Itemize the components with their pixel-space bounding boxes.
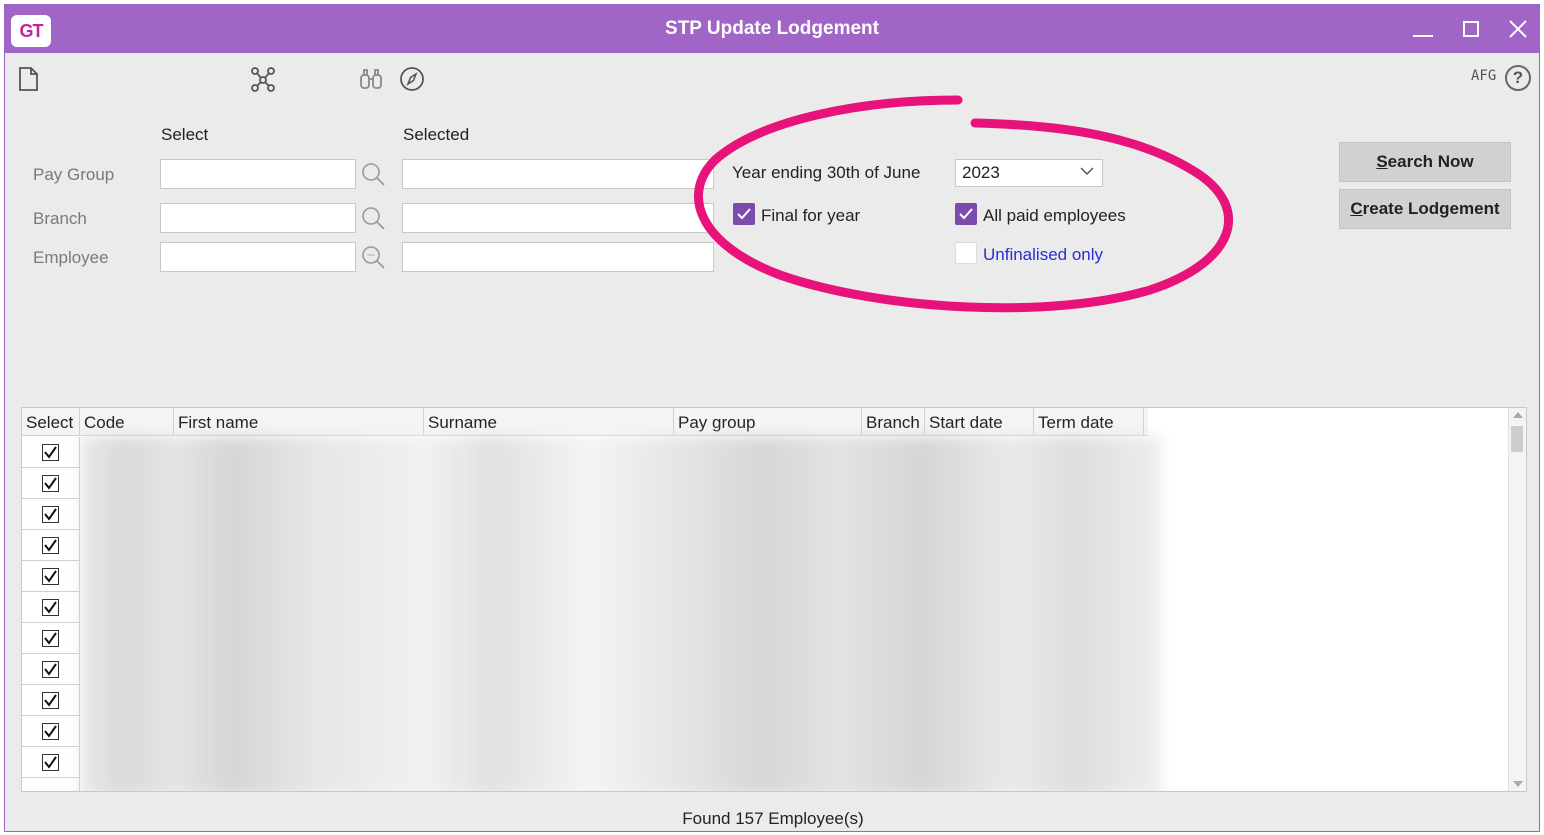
- row-select-checkbox[interactable]: [42, 444, 59, 461]
- checkmark-icon: [44, 694, 57, 707]
- chevron-down-icon: [1080, 167, 1094, 176]
- checkmark-icon: [959, 208, 973, 220]
- column-header-select[interactable]: Select: [22, 408, 80, 436]
- scrollbar-thumb[interactable]: [1511, 426, 1523, 452]
- table-row[interactable]: [22, 716, 80, 747]
- close-button[interactable]: [1500, 13, 1536, 45]
- branch-input[interactable]: [160, 203, 356, 233]
- window-title: STP Update Lodgement: [665, 18, 879, 39]
- year-ending-label: Year ending 30th of June: [732, 163, 921, 182]
- unfinalised-only-label: Unfinalised only: [983, 245, 1104, 264]
- checkmark-icon: [44, 570, 57, 583]
- search-now-button[interactable]: Search Now: [1339, 142, 1511, 182]
- table-row[interactable]: [22, 437, 80, 468]
- minimize-icon: [1413, 35, 1433, 37]
- checkmark-icon: [44, 725, 57, 738]
- row-select-checkbox[interactable]: [42, 475, 59, 492]
- year-select[interactable]: 2023: [955, 159, 1103, 187]
- table-row[interactable]: [22, 778, 80, 791]
- checkmark-icon: [44, 601, 57, 614]
- row-select-checkbox[interactable]: [42, 599, 59, 616]
- column-header-branch[interactable]: Branch: [862, 408, 925, 436]
- row-select-checkbox[interactable]: [42, 723, 59, 740]
- row-select-checkbox[interactable]: [42, 661, 59, 678]
- stp-update-lodgement-window: GT STP Update Lodgement AFG ? Select Sel…: [4, 4, 1540, 832]
- pay-group-input[interactable]: [160, 159, 356, 189]
- row-select-checkbox[interactable]: [42, 537, 59, 554]
- title-bar[interactable]: GT STP Update Lodgement: [5, 5, 1539, 53]
- table-row[interactable]: [22, 747, 80, 778]
- checkmark-icon: [44, 508, 57, 521]
- column-header-start-date[interactable]: Start date: [925, 408, 1034, 436]
- checkmark-icon: [44, 756, 57, 769]
- afg-label[interactable]: AFG: [1471, 68, 1496, 84]
- help-icon[interactable]: ?: [1505, 65, 1531, 91]
- table-row[interactable]: [22, 530, 80, 561]
- column-header-surname[interactable]: Surname: [424, 408, 674, 436]
- hierarchy-icon[interactable]: [249, 65, 277, 93]
- table-row[interactable]: [22, 654, 80, 685]
- create-lodgement-hotkey: C: [1350, 199, 1363, 218]
- final-for-year-checkbox[interactable]: [733, 203, 755, 225]
- checkmark-icon: [44, 539, 57, 552]
- column-header-first-name[interactable]: First name: [174, 408, 424, 436]
- table-row[interactable]: [22, 499, 80, 530]
- grid-vertical-scrollbar[interactable]: [1508, 408, 1526, 791]
- grid-header: Select Code First name Surname Pay group…: [22, 408, 1148, 436]
- minimize-button[interactable]: [1405, 13, 1441, 45]
- row-select-checkbox[interactable]: [42, 506, 59, 523]
- create-lodgement-button[interactable]: Create Lodgement: [1339, 189, 1511, 229]
- employee-selected-field[interactable]: [402, 242, 714, 272]
- checkmark-icon: [44, 663, 57, 676]
- pay-group-search-icon[interactable]: [360, 161, 386, 187]
- new-document-icon[interactable]: [15, 65, 43, 93]
- row-select-checkbox[interactable]: [42, 568, 59, 585]
- column-header-code[interactable]: Code: [80, 408, 174, 436]
- checkmark-icon: [44, 632, 57, 645]
- select-column-header: Select: [161, 125, 209, 144]
- create-lodgement-label: reate Lodgement: [1362, 199, 1500, 218]
- table-row[interactable]: [22, 592, 80, 623]
- final-for-year-label: Final for year: [761, 206, 861, 225]
- maximize-icon: [1463, 21, 1479, 37]
- table-row[interactable]: [22, 623, 80, 654]
- toolbar: AFG ?: [5, 53, 1539, 103]
- compass-icon[interactable]: [398, 65, 426, 93]
- redacted-employee-data: [80, 436, 1162, 791]
- table-row[interactable]: [22, 685, 80, 716]
- scroll-up-icon[interactable]: [1513, 412, 1523, 418]
- checkmark-icon: [44, 446, 57, 459]
- pay-group-label: Pay Group: [33, 165, 115, 184]
- unfinalised-only-checkbox[interactable]: [955, 242, 977, 264]
- search-now-hotkey: S: [1376, 152, 1388, 171]
- scroll-down-icon[interactable]: [1513, 781, 1523, 787]
- table-row[interactable]: [22, 468, 80, 499]
- search-now-label: earch Now: [1387, 152, 1474, 171]
- all-paid-employees-checkbox[interactable]: [955, 203, 977, 225]
- binoculars-icon[interactable]: [357, 65, 385, 93]
- employee-label: Employee: [33, 248, 109, 267]
- all-paid-employees-label: All paid employees: [983, 206, 1126, 225]
- branch-search-icon[interactable]: [360, 205, 386, 231]
- year-select-value: 2023: [962, 163, 1000, 182]
- pay-group-selected-field[interactable]: [402, 159, 714, 189]
- employee-input[interactable]: [160, 242, 356, 272]
- employee-grid[interactable]: Select Code First name Surname Pay group…: [21, 407, 1527, 792]
- checkmark-icon: [44, 477, 57, 490]
- column-header-term-date[interactable]: Term date: [1034, 408, 1144, 436]
- selected-column-header: Selected: [403, 125, 470, 144]
- status-text: Found 157 Employee(s): [682, 809, 864, 828]
- table-row[interactable]: [22, 561, 80, 592]
- checkmark-icon: [737, 208, 751, 220]
- row-select-checkbox[interactable]: [42, 692, 59, 709]
- column-header-pay-group[interactable]: Pay group: [674, 408, 862, 436]
- close-icon: [1509, 20, 1527, 38]
- branch-label: Branch: [33, 209, 87, 228]
- row-select-checkbox[interactable]: [42, 630, 59, 647]
- row-select-checkbox[interactable]: [42, 754, 59, 771]
- branch-selected-field[interactable]: [402, 203, 714, 233]
- employee-search-icon[interactable]: [360, 244, 386, 270]
- maximize-button[interactable]: [1453, 13, 1489, 45]
